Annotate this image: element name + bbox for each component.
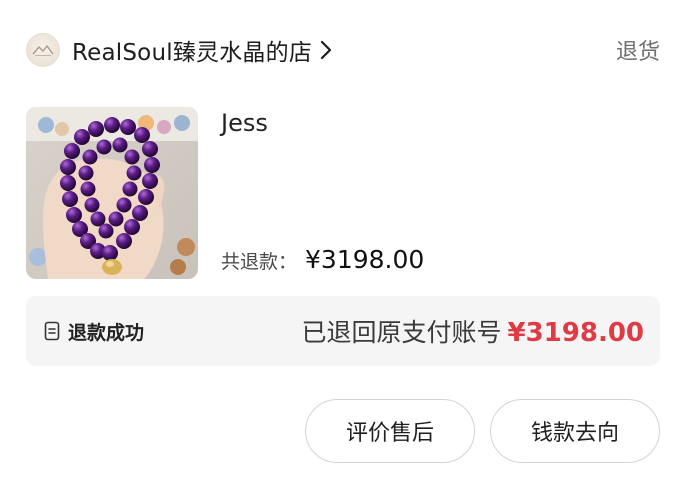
refund-status: 退款成功 bbox=[44, 318, 144, 345]
return-goods-link[interactable]: 退货 bbox=[616, 34, 660, 66]
product-title[interactable]: Jess bbox=[221, 109, 268, 137]
refund-status-bar[interactable]: 退款成功 已退回原支付账号 ¥3198.00 bbox=[26, 296, 660, 366]
refund-total-label: 共退款： bbox=[221, 251, 298, 273]
returned-info: 已退回原支付账号 ¥3198.00 bbox=[301, 313, 644, 349]
chevron-right-icon bbox=[320, 40, 332, 60]
document-icon bbox=[44, 321, 60, 341]
review-after-sale-button[interactable]: 评价售后 bbox=[305, 399, 475, 463]
shop-header: RealSoul臻灵水晶的店 退货 bbox=[26, 30, 660, 70]
returned-amount: ¥3198.00 bbox=[507, 318, 644, 348]
shop-link[interactable]: RealSoul臻灵水晶的店 bbox=[26, 33, 332, 67]
shop-logo-icon bbox=[26, 33, 60, 67]
product-image[interactable] bbox=[26, 107, 198, 279]
refund-total: 共退款： ¥3198.00 bbox=[221, 245, 424, 274]
money-destination-button[interactable]: 钱款去向 bbox=[490, 399, 660, 463]
refund-total-amount: ¥3198.00 bbox=[305, 245, 425, 274]
order-card: RealSoul臻灵水晶的店 退货 Jess 共退款： ¥3198.00 退款成… bbox=[0, 0, 682, 478]
refund-status-text: 退款成功 bbox=[68, 321, 145, 344]
returned-label: 已退回原支付账号 bbox=[301, 318, 502, 347]
shop-name: RealSoul臻灵水晶的店 bbox=[72, 40, 313, 66]
